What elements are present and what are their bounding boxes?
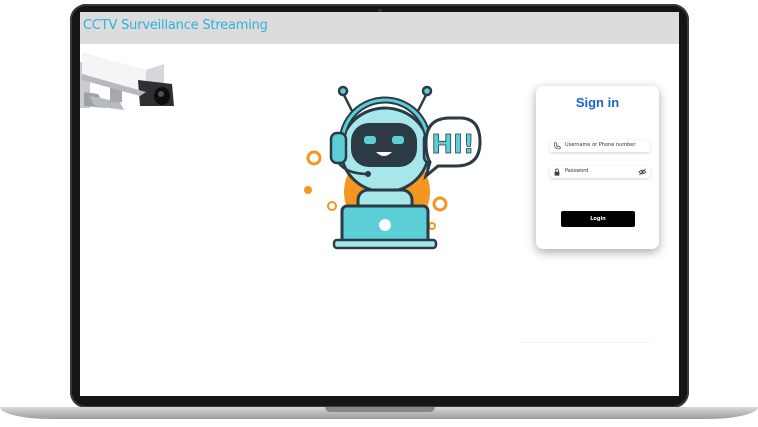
phone-icon [553, 142, 561, 150]
eye-off-icon[interactable] [638, 168, 647, 176]
lock-icon [554, 168, 560, 176]
password-field[interactable]: Password [550, 166, 650, 178]
app-screen: CCTV Surveillance Streaming HI! Sign in … [80, 12, 679, 396]
cctv-camera-icon [80, 46, 174, 110]
signin-title: Sign in [575, 95, 620, 110]
login-button[interactable]: Login [561, 211, 635, 227]
laptop-base [0, 407, 758, 419]
username-field[interactable]: Username or Phone number [550, 140, 650, 152]
app-header: CCTV Surveillance Streaming [80, 12, 679, 44]
speech-bubble-text: HI! [431, 130, 474, 160]
divider [520, 342, 650, 343]
laptop-notch [325, 407, 435, 412]
robot-illustration: HI! [304, 85, 482, 250]
username-placeholder: Username or Phone number [565, 142, 636, 148]
signin-card: Sign in Username or Phone number Passwor… [536, 86, 659, 249]
password-placeholder: Password [565, 168, 589, 174]
app-title: CCTV Surveillance Streaming [83, 18, 268, 33]
